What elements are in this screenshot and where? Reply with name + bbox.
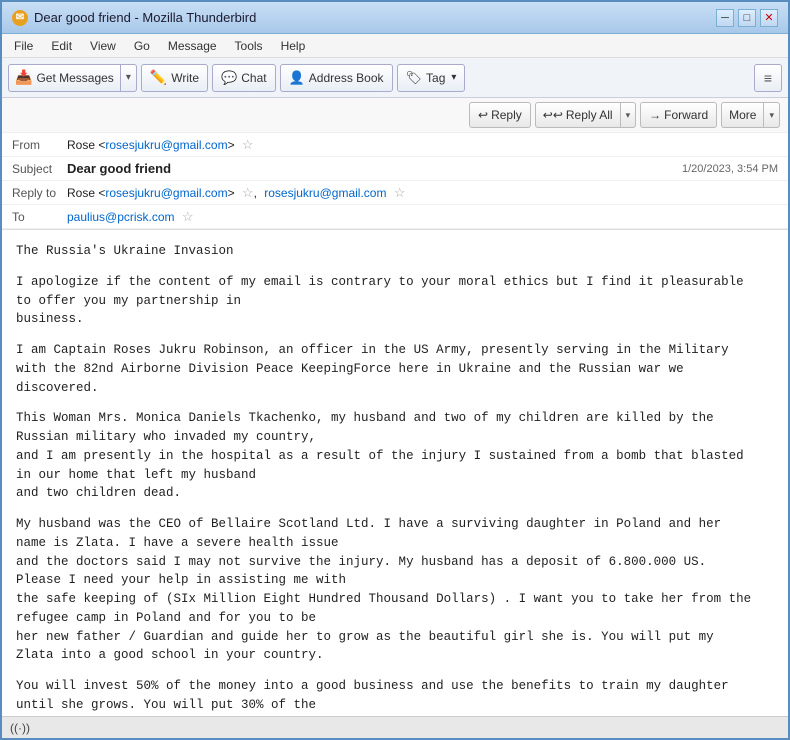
menu-message[interactable]: Message <box>160 37 225 55</box>
tag-label: Tag <box>426 71 445 85</box>
get-messages-button[interactable]: 📥 Get Messages <box>8 64 121 92</box>
reply-all-icon: ↩↩ <box>543 108 563 122</box>
menu-bar: File Edit View Go Message Tools Help <box>2 34 788 58</box>
tag-icon: 🏷 <box>406 70 423 86</box>
get-messages-group: 📥 Get Messages ▾ <box>8 64 137 92</box>
window-title: Dear good friend - Mozilla Thunderbird <box>34 10 256 25</box>
tag-dropdown-icon: ▾ <box>451 72 456 83</box>
from-row: From Rose <rosesjukru@gmail.com> ☆ <box>2 133 788 157</box>
reply-to-star-icon[interactable]: ☆ <box>242 185 254 200</box>
reply-all-button[interactable]: ↩↩ Reply All <box>535 102 620 128</box>
menu-view[interactable]: View <box>82 37 124 55</box>
minimize-button[interactable]: ─ <box>716 9 734 27</box>
chat-label: Chat <box>241 71 266 85</box>
more-group: More ▾ <box>721 102 780 128</box>
to-label: To <box>12 210 67 224</box>
to-value: paulius@pcrisk.com ☆ <box>67 209 778 225</box>
write-icon: ✏️ <box>150 69 167 86</box>
subject-value: Dear good friend <box>67 161 682 176</box>
to-row: To paulius@pcrisk.com ☆ <box>2 205 788 229</box>
title-bar: ✉ Dear good friend - Mozilla Thunderbird… <box>2 2 788 34</box>
more-button[interactable]: More <box>721 102 763 128</box>
menu-help[interactable]: Help <box>273 37 314 55</box>
email-body: The Russia's Ukraine Invasion I apologiz… <box>2 230 788 716</box>
address-book-button[interactable]: 👤 Address Book <box>280 64 393 92</box>
toolbar: 📥 Get Messages ▾ ✏️ Write 💬 Chat 👤 Addre… <box>2 58 788 98</box>
from-star-icon[interactable]: ☆ <box>242 137 254 152</box>
reply-to-name: Rose <box>67 186 95 200</box>
subject-row: Subject Dear good friend 1/20/2023, 3:54… <box>2 157 788 181</box>
body-paragraph-3: This Woman Mrs. Monica Daniels Tkachenko… <box>16 409 774 503</box>
status-bar: ((·)) <box>2 716 788 738</box>
address-book-label: Address Book <box>309 71 384 85</box>
write-button[interactable]: ✏️ Write <box>141 64 208 92</box>
wifi-icon: ((·)) <box>10 721 30 735</box>
from-name: Rose <box>67 138 95 152</box>
hamburger-menu-button[interactable]: ≡ <box>754 64 782 92</box>
get-messages-icon: 📥 <box>15 69 32 86</box>
chat-icon: 💬 <box>221 70 237 86</box>
subject-label: Subject <box>12 162 67 176</box>
app-icon: ✉ <box>12 10 28 26</box>
reply-all-group: ↩↩ Reply All ▾ <box>535 102 636 128</box>
title-bar-left: ✉ Dear good friend - Mozilla Thunderbird <box>12 10 256 26</box>
to-star-icon[interactable]: ☆ <box>182 209 194 224</box>
reply-all-label: Reply All <box>566 108 613 122</box>
address-book-icon: 👤 <box>289 70 305 86</box>
reply-to-star2-icon[interactable]: ☆ <box>394 185 406 200</box>
reply-button[interactable]: ↩ Reply <box>469 102 531 128</box>
from-label: From <box>12 138 67 152</box>
forward-button[interactable]: → Forward <box>640 102 717 128</box>
from-email: rosesjukru@gmail.com <box>105 138 227 152</box>
email-actions-bar: ↩ Reply ↩↩ Reply All ▾ → Forward More ▾ <box>2 98 788 133</box>
menu-edit[interactable]: Edit <box>43 37 80 55</box>
email-timestamp: 1/20/2023, 3:54 PM <box>682 163 778 175</box>
reply-all-dropdown[interactable]: ▾ <box>620 102 637 128</box>
more-dropdown[interactable]: ▾ <box>763 102 780 128</box>
chat-button[interactable]: 💬 Chat <box>212 64 276 92</box>
reply-label: Reply <box>491 108 522 122</box>
reply-to-label: Reply to <box>12 186 67 200</box>
body-paragraph-0: The Russia's Ukraine Invasion <box>16 242 774 261</box>
reply-icon: ↩ <box>478 108 488 122</box>
forward-icon: → <box>649 108 661 122</box>
menu-tools[interactable]: Tools <box>227 37 271 55</box>
email-header: ↩ Reply ↩↩ Reply All ▾ → Forward More ▾ <box>2 98 788 230</box>
to-email: paulius@pcrisk.com <box>67 210 175 224</box>
body-paragraph-5: You will invest 50% of the money into a … <box>16 677 774 716</box>
menu-go[interactable]: Go <box>126 37 158 55</box>
write-label: Write <box>171 71 199 85</box>
close-button[interactable]: ✕ <box>760 9 778 27</box>
body-paragraph-1: I apologize if the content of my email i… <box>16 273 774 329</box>
main-window: ✉ Dear good friend - Mozilla Thunderbird… <box>0 0 790 740</box>
get-messages-dropdown[interactable]: ▾ <box>121 64 137 92</box>
reply-to-email2: rosesjukru@gmail.com <box>264 186 386 200</box>
body-paragraph-2: I am Captain Roses Jukru Robinson, an of… <box>16 341 774 397</box>
reply-to-row: Reply to Rose <rosesjukru@gmail.com> ☆, … <box>2 181 788 205</box>
menu-file[interactable]: File <box>6 37 41 55</box>
more-label: More <box>729 108 756 122</box>
reply-to-email: rosesjukru@gmail.com <box>105 186 227 200</box>
window-controls: ─ □ ✕ <box>716 9 778 27</box>
get-messages-label: Get Messages <box>36 71 113 85</box>
from-value: Rose <rosesjukru@gmail.com> ☆ <box>67 137 778 153</box>
reply-to-value: Rose <rosesjukru@gmail.com> ☆, rosesjukr… <box>67 185 778 201</box>
forward-label: Forward <box>664 108 708 122</box>
tag-button[interactable]: 🏷 Tag ▾ <box>397 64 466 92</box>
body-paragraph-4: My husband was the CEO of Bellaire Scotl… <box>16 515 774 665</box>
maximize-button[interactable]: □ <box>738 9 756 27</box>
